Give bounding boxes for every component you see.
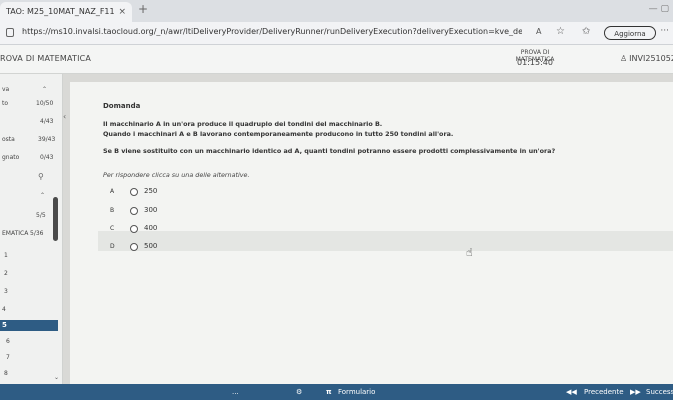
radio-button[interactable] bbox=[130, 225, 138, 233]
radio-button[interactable] bbox=[130, 243, 138, 251]
next-button[interactable]: Successiv bbox=[646, 388, 673, 396]
question-number: 5 bbox=[2, 321, 7, 329]
option-letter: B bbox=[110, 207, 115, 214]
sidebar-row-label[interactable]: to bbox=[2, 100, 8, 107]
question-item[interactable]: 7 bbox=[0, 352, 58, 363]
formulario-button[interactable]: Formulario bbox=[338, 388, 375, 396]
user-id: INVI2510528 bbox=[629, 54, 673, 63]
more-icon[interactable]: ··· bbox=[660, 26, 669, 36]
chevron-left-icon[interactable]: ‹ bbox=[63, 112, 66, 121]
question-text-line: Se B viene sostituito con un macchinario… bbox=[103, 147, 556, 155]
question-heading: Domanda bbox=[103, 102, 141, 110]
settings-icon[interactable]: ⚙ bbox=[296, 388, 302, 396]
browser-tab-bar: TAO: M25_10MAT_NAZ_F11 × + — ▢ bbox=[0, 0, 673, 22]
app-header: ROVA DI MATEMATICA PROVA DI MATEMATICA 0… bbox=[0, 45, 673, 74]
text-size-button[interactable]: A bbox=[536, 27, 541, 36]
tab-title: TAO: M25_10MAT_NAZ_F11 bbox=[6, 7, 115, 16]
chevron-down-icon[interactable]: ⌄ bbox=[54, 374, 59, 381]
question-item[interactable]: 2 bbox=[0, 268, 58, 279]
favorites-list-icon[interactable]: ✩ bbox=[582, 26, 590, 37]
question-number: 4 bbox=[2, 306, 6, 313]
sidebar-row-count: 4/43 bbox=[40, 118, 54, 125]
sidebar-row-count: 10/50 bbox=[36, 100, 54, 107]
question-text-line: Il macchinario A in un'ora produce il qu… bbox=[103, 120, 383, 128]
question-number: 6 bbox=[6, 338, 10, 345]
radio-button[interactable] bbox=[130, 188, 138, 196]
scrollbar-thumb[interactable] bbox=[53, 197, 58, 241]
option-letter: C bbox=[110, 225, 115, 232]
question-item[interactable]: 6 bbox=[0, 336, 58, 347]
section-label[interactable]: EMATICA bbox=[2, 230, 28, 237]
pi-icon: π bbox=[326, 388, 332, 396]
question-number: 8 bbox=[4, 370, 8, 377]
sidebar-row-count: 0/43 bbox=[40, 154, 54, 161]
url-field[interactable]: https://ms10.invalsi.taocloud.org/_n/awr… bbox=[22, 27, 522, 36]
option-value: 250 bbox=[144, 187, 158, 195]
sidebar-row-count: 39/43 bbox=[38, 136, 56, 143]
question-item[interactable]: 4 bbox=[0, 304, 58, 315]
favorite-icon[interactable]: ☆ bbox=[556, 26, 565, 37]
instruction-text: Per rispondere clicca su una delle alter… bbox=[103, 171, 250, 179]
user-info: ♙INVI2510528 bbox=[620, 54, 673, 63]
option-value: 300 bbox=[144, 206, 158, 214]
sidebar-row-label[interactable]: gnato bbox=[2, 154, 19, 161]
question-number: 7 bbox=[6, 354, 10, 361]
lock-icon[interactable] bbox=[6, 28, 14, 37]
question-item-current[interactable]: 5 bbox=[0, 320, 58, 331]
hand-cursor-icon: ☝ bbox=[466, 246, 473, 259]
section-count: 5/36 bbox=[30, 230, 44, 237]
app-title: ROVA DI MATEMATICA bbox=[0, 54, 92, 63]
close-icon[interactable]: × bbox=[118, 2, 126, 22]
window-controls[interactable]: — ▢ bbox=[649, 4, 669, 14]
question-item[interactable]: 8 bbox=[0, 368, 58, 379]
sidebar-row-label: va bbox=[2, 86, 10, 93]
previous-icon: ◀◀ bbox=[566, 388, 577, 396]
option-letter: D bbox=[110, 243, 115, 250]
option-value: 500 bbox=[144, 242, 158, 250]
question-item[interactable]: 3 bbox=[0, 286, 58, 297]
footer-toolbar: ... ⚙ π Formulario ◀◀ Precedente ▶▶ Succ… bbox=[0, 384, 673, 400]
option-letter: A bbox=[110, 188, 115, 195]
question-number: 3 bbox=[4, 288, 8, 295]
update-button[interactable]: Aggiorna bbox=[604, 26, 656, 40]
option-value: 400 bbox=[144, 224, 158, 232]
question-number: 2 bbox=[4, 270, 8, 277]
address-bar: https://ms10.invalsi.taocloud.org/_n/awr… bbox=[0, 22, 673, 45]
chevron-up-icon[interactable]: ⌃ bbox=[40, 192, 45, 199]
option-highlight bbox=[98, 231, 673, 251]
footer-tool-button[interactable]: ... bbox=[232, 388, 239, 396]
question-number: 1 bbox=[4, 252, 8, 259]
radio-button[interactable] bbox=[130, 207, 138, 215]
sidebar-sub-count: 5/5 bbox=[36, 212, 46, 219]
next-icon: ▶▶ bbox=[630, 388, 641, 396]
question-text-line: Quando i macchinari A e B lavorano conte… bbox=[103, 130, 454, 138]
user-icon: ♙ bbox=[620, 54, 628, 63]
browser-tab[interactable]: TAO: M25_10MAT_NAZ_F11 × bbox=[0, 2, 132, 22]
chevron-up-icon[interactable]: ⌃ bbox=[42, 86, 47, 93]
new-tab-button[interactable]: + bbox=[138, 2, 148, 16]
sidebar: va ⌃ to 10/50 4/43 osta 39/43 gnato 0/43… bbox=[0, 74, 63, 384]
sidebar-row-label[interactable]: osta bbox=[2, 136, 15, 143]
previous-button[interactable]: Precedente bbox=[584, 388, 624, 396]
pin-icon[interactable]: ⚲ bbox=[38, 172, 44, 181]
question-item[interactable]: 1 bbox=[0, 250, 58, 261]
timer: 01:15:40 bbox=[517, 58, 553, 67]
